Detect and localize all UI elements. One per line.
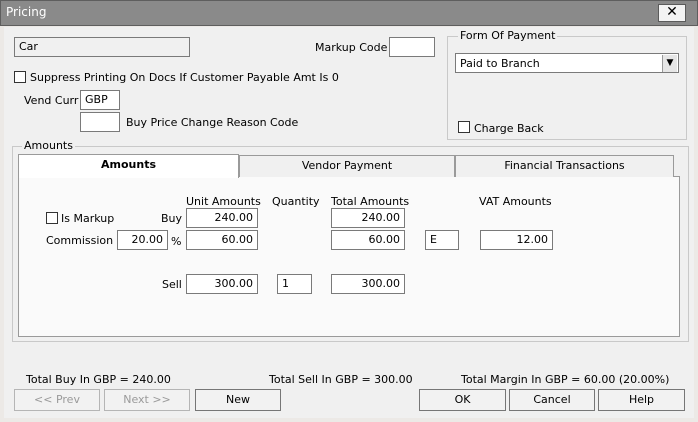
sell-total-input[interactable]: 300.00	[331, 274, 405, 294]
total-buy-text: Total Buy In GBP = 240.00	[26, 373, 171, 386]
markup-code-label: Markup Code	[315, 41, 388, 54]
total-margin-text: Total Margin In GBP = 60.00 (20.00%)	[461, 373, 670, 386]
product-field: Car	[14, 37, 190, 57]
close-button[interactable]: ✕	[658, 4, 686, 22]
is-markup-checkbox[interactable]	[46, 212, 58, 224]
unit-amounts-header: Unit Amounts	[186, 195, 261, 208]
buy-price-reason-label: Buy Price Change Reason Code	[126, 116, 299, 129]
vend-curr-input[interactable]: GBP	[80, 90, 120, 110]
charge-back-label: Charge Back	[474, 122, 544, 135]
commission-pct-input[interactable]: 20.00	[117, 230, 168, 250]
suppress-printing-label: Suppress Printing On Docs If Customer Pa…	[30, 71, 339, 84]
form-of-payment-selected: Paid to Branch	[460, 57, 540, 70]
charge-back-checkbox[interactable]	[458, 121, 470, 133]
total-sell-text: Total Sell In GBP = 300.00	[269, 373, 413, 386]
vat-amount-input[interactable]: 12.00	[480, 230, 553, 250]
tab-vendor-payment[interactable]: Vendor Payment	[239, 155, 455, 177]
tab-amounts[interactable]: Amounts	[18, 154, 239, 178]
tab-financial-transactions[interactable]: Financial Transactions	[455, 155, 674, 177]
next-button[interactable]: Next >>	[104, 389, 190, 411]
commission-label: Commission	[46, 234, 114, 247]
ok-button[interactable]: OK	[419, 389, 506, 411]
buy-total-input[interactable]: 240.00	[331, 208, 405, 228]
new-button[interactable]: New	[195, 389, 281, 411]
cancel-button[interactable]: Cancel	[509, 389, 595, 411]
sell-quantity-input[interactable]: 1	[277, 274, 312, 294]
commission-unit-input[interactable]: 60.00	[186, 230, 258, 250]
form-of-payment-select[interactable]: Paid to Branch ▼	[455, 53, 679, 73]
amounts-legend: Amounts	[22, 139, 75, 152]
form-of-payment-legend: Form Of Payment	[458, 29, 558, 42]
close-icon: ✕	[666, 4, 678, 20]
percent-symbol: %	[171, 235, 182, 248]
title-bar[interactable]	[0, 0, 698, 26]
buy-price-reason-input[interactable]	[80, 112, 120, 132]
chevron-down-icon[interactable]: ▼	[662, 55, 677, 72]
total-amounts-header: Total Amounts	[331, 195, 410, 208]
is-markup-label: Is Markup	[61, 212, 115, 225]
commission-total-input[interactable]: 60.00	[331, 230, 405, 250]
suppress-printing-checkbox[interactable]	[14, 71, 26, 83]
help-button[interactable]: Help	[598, 389, 685, 411]
vat-amounts-header: VAT Amounts	[479, 195, 552, 208]
buy-label: Buy	[161, 212, 183, 225]
window-title: Pricing	[6, 5, 47, 19]
vend-curr-label: Vend Curr	[24, 94, 79, 107]
sell-label: Sell	[162, 278, 182, 291]
markup-code-input[interactable]	[389, 37, 435, 57]
prev-button[interactable]: << Prev	[14, 389, 100, 411]
sell-unit-input[interactable]: 300.00	[186, 274, 258, 294]
buy-unit-input[interactable]: 240.00	[186, 208, 258, 228]
vat-code-input[interactable]: E	[425, 230, 459, 250]
quantity-header: Quantity	[272, 195, 320, 208]
